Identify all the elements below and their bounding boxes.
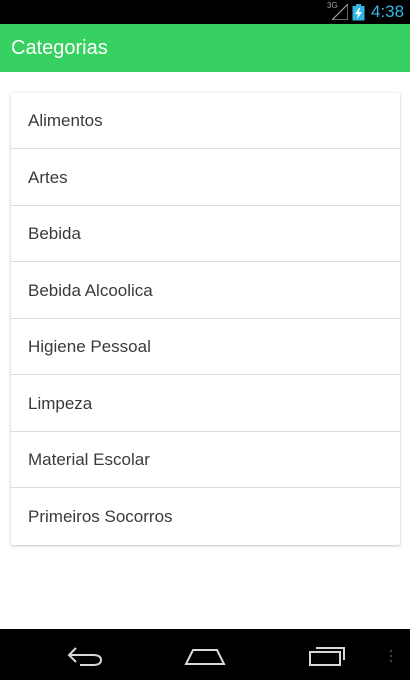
recents-icon[interactable] [306,644,346,668]
home-icon[interactable] [184,644,226,668]
category-label: Material Escolar [28,450,150,469]
action-bar: Categorias [0,24,410,72]
category-label: Artes [28,167,68,187]
category-item-artes[interactable]: Artes [11,150,400,206]
category-label: Limpeza [28,393,93,413]
category-item-alimentos[interactable]: Alimentos [11,93,400,149]
overflow-menu-icon[interactable] [389,649,393,663]
back-icon[interactable] [66,644,104,668]
category-label: Bebida [28,224,81,243]
category-item-material-escolar[interactable]: Material Escolar [11,432,400,488]
signal-icon [332,4,348,20]
category-item-higiene-pessoal[interactable]: Higiene Pessoal [11,319,400,375]
page-title: Categorias [11,37,108,59]
category-item-primeiros-socorros[interactable]: Primeiros Socorros [11,489,400,545]
navigation-bar [0,629,410,680]
category-label: Primeiros Socorros [28,506,173,526]
category-list: Alimentos Artes Bebida Bebida Alcoolica … [11,93,400,545]
category-item-bebida[interactable]: Bebida [11,206,400,262]
category-item-bebida-alcoolica[interactable]: Bebida Alcoolica [11,263,400,319]
category-label: Alimentos [28,111,103,130]
category-item-limpeza[interactable]: Limpeza [11,376,400,432]
category-label: Higiene Pessoal [28,337,151,356]
category-label: Bebida Alcoolica [28,280,153,300]
clock: 4:38 [371,2,405,21]
battery-charging-icon [352,4,365,21]
status-bar: 3G 4:38 [0,0,410,24]
